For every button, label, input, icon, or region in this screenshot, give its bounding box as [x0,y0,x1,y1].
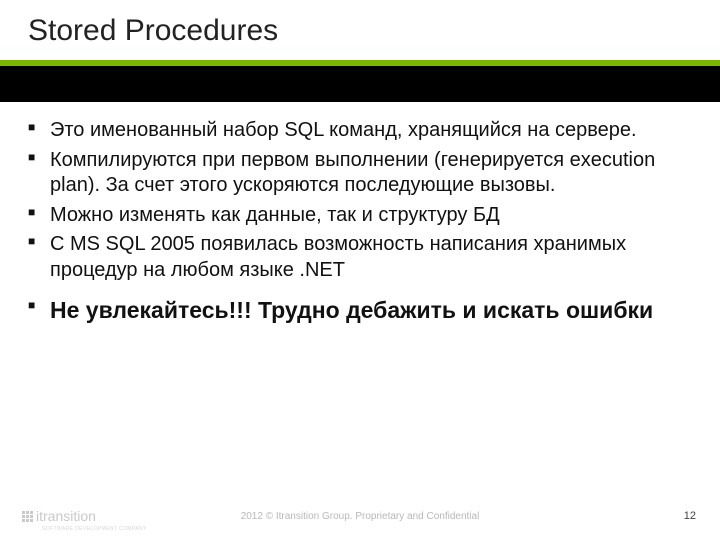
page-title: Stored Procedures [28,14,278,48]
list-item: Это именованный набор SQL команд, хранящ… [28,118,688,144]
page-number: 12 [684,510,696,522]
logo-subtitle: SOFTWARE DEVELOPMENT COMPANY [42,526,147,532]
slide: Stored Procedures Это именованный набор … [0,0,720,540]
divider-black [0,66,720,102]
footer-text: 2012 © Itransition Group. Proprietary an… [0,511,720,522]
content-area: Это именованный набор SQL команд, хранящ… [28,118,688,329]
list-item: Компилируются при первом выполнении (ген… [28,148,688,199]
list-item: С MS SQL 2005 появилась возможность напи… [28,232,688,283]
bullet-list: Это именованный набор SQL команд, хранящ… [28,118,688,325]
list-item-bold: Не увлекайтесь!!! Трудно дебажить и иска… [28,296,688,325]
list-item: Можно изменять как данные, так и структу… [28,203,688,229]
